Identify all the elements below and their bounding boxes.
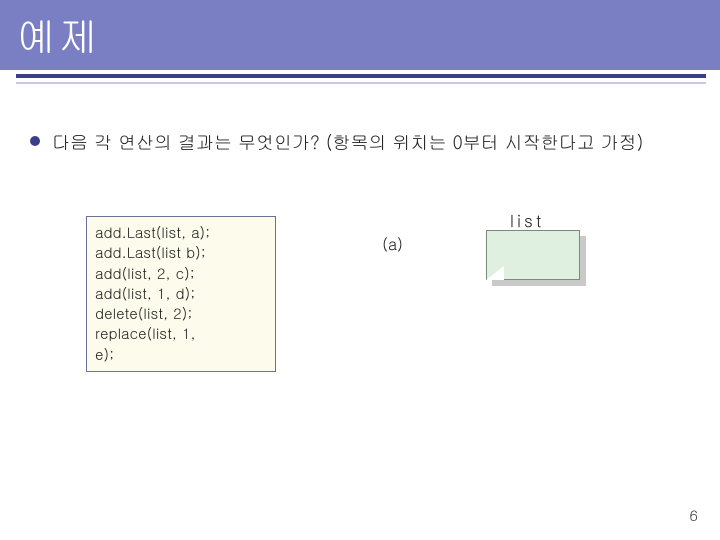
- result-label: (a): [382, 232, 403, 255]
- code-line: add.Last(list, a);: [95, 223, 267, 243]
- bullet-item: 다음 각 연산의 결과는 무엇인가? (항목의 위치는 0부터 시작한다고 가정…: [30, 130, 680, 156]
- code-line: add.Last(list b);: [95, 243, 267, 263]
- body-area: 다음 각 연산의 결과는 무엇인가? (항목의 위치는 0부터 시작한다고 가정…: [30, 130, 680, 156]
- page-number: 6: [689, 505, 698, 526]
- title-bar: 예제: [0, 0, 720, 70]
- code-line: add(list, 1, d);: [95, 284, 267, 304]
- list-figure: [486, 230, 586, 286]
- code-line: e);: [95, 345, 267, 365]
- slide-title: 예제: [16, 7, 100, 63]
- list-object-label: list: [510, 208, 544, 232]
- title-underline-light: [16, 82, 706, 84]
- bullet-text: 다음 각 연산의 결과는 무엇인가? (항목의 위치는 0부터 시작한다고 가정…: [52, 130, 644, 156]
- bullet-dot-icon: [30, 136, 40, 146]
- title-underline-dark: [16, 74, 706, 78]
- code-line: add(list, 2, c);: [95, 264, 267, 284]
- slide: 예제 다음 각 연산의 결과는 무엇인가? (항목의 위치는 0부터 시작한다고…: [0, 0, 720, 540]
- list-figure-fold-icon: [486, 266, 504, 280]
- code-line: delete(list, 2);: [95, 304, 267, 324]
- code-box: add.Last(list, a); add.Last(list b); add…: [86, 216, 276, 372]
- code-line: replace(list, 1,: [95, 324, 267, 344]
